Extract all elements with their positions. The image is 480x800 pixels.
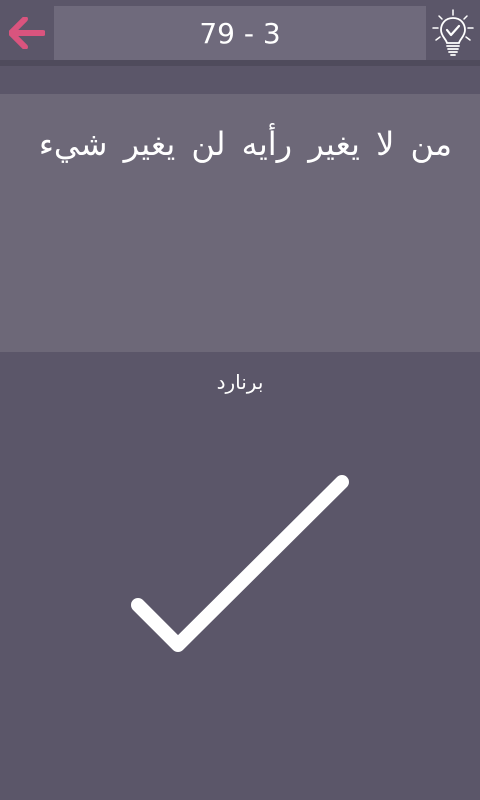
- back-button[interactable]: [4, 6, 50, 60]
- level-indicator: 79 - 3: [54, 6, 426, 60]
- hint-button[interactable]: [430, 6, 476, 60]
- top-bar: 79 - 3: [0, 0, 480, 66]
- quote-text: من لا يغير رأيه لن يغير شيء: [38, 125, 452, 163]
- level-label: 79 - 3: [199, 16, 281, 50]
- lightbulb-icon: [432, 9, 474, 56]
- author-name: برنارد: [216, 370, 264, 394]
- game-screen: 79 - 3 من لا يغير رأيه لن يغير شيء برنار…: [0, 0, 480, 800]
- checkmark-icon: [131, 475, 349, 652]
- header-divider: [0, 60, 480, 66]
- result-indicator: [120, 470, 360, 660]
- arrow-left-icon: [9, 17, 45, 49]
- quote-panel: من لا يغير رأيه لن يغير شيء: [0, 94, 480, 352]
